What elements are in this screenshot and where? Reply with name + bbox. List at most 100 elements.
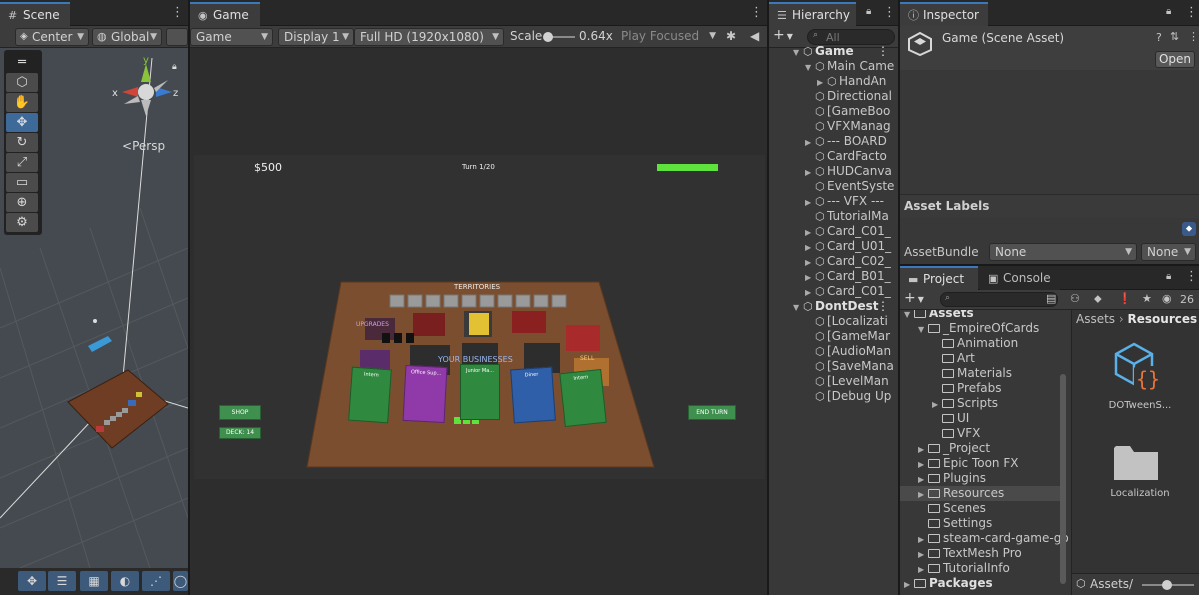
preset-icon[interactable]: ⇅: [1170, 30, 1179, 43]
project-folder-item[interactable]: ▶ Plugins: [900, 471, 1060, 486]
hierarchy-item[interactable]: ⬡ CardFacto: [805, 149, 887, 164]
tab-hierarchy[interactable]: ☰ Hierarchy: [769, 2, 856, 26]
resolution-dropdown[interactable]: Full HD (1920x1080) ▼: [354, 28, 504, 46]
filter-label-icon[interactable]: ⬥: [1094, 292, 1102, 306]
foldout-closed-icon[interactable]: ▶: [805, 135, 815, 150]
hierarchy-item[interactable]: ⬡ [GameBoo: [805, 104, 890, 119]
move-overlay-icon[interactable]: ✥: [18, 571, 46, 591]
project-folder-item[interactable]: ▶ Packages: [900, 576, 1060, 591]
search-by-label-icon[interactable]: ⚇: [1070, 292, 1080, 305]
lock-icon[interactable]: 🔒︎: [172, 62, 177, 72]
hierarchy-item[interactable]: ▼ ⬡ Main Came: [805, 59, 894, 74]
audio-icon[interactable]: ◀: [750, 29, 759, 43]
tab-scene[interactable]: # Scene: [0, 2, 70, 26]
foldout-closed-icon[interactable]: ▶: [918, 442, 928, 457]
asset-bundle-dropdown[interactable]: None ▼: [989, 243, 1137, 261]
foldout-open-icon[interactable]: ▼: [793, 300, 803, 315]
project-search-field[interactable]: ⌕: [940, 292, 1058, 307]
hierarchy-item[interactable]: ⬡ VFXManag: [805, 119, 891, 134]
hierarchy-item[interactable]: ▶ ⬡ Card_U01_: [805, 239, 891, 254]
hierarchy-item[interactable]: ▶ ⬡ Card_B01_: [805, 269, 891, 284]
project-folder-item[interactable]: ▶ Epic Toon FX: [900, 456, 1060, 471]
tab-project[interactable]: ▬ Project: [900, 266, 978, 290]
foldout-open-icon[interactable]: ▼: [918, 322, 928, 337]
project-folder-item[interactable]: ▶ TextMesh Pro: [900, 546, 1060, 561]
foldout-closed-icon[interactable]: ▶: [805, 270, 815, 285]
view-mode-dropdown[interactable]: Game ▼: [190, 28, 273, 46]
hand-card[interactable]: Intern: [348, 366, 392, 424]
hierarchy-item[interactable]: ▶ ⬡ --- VFX ---: [805, 194, 884, 209]
hierarchy-item[interactable]: ▶ ⬡ Card_C01_: [805, 284, 891, 299]
foldout-closed-icon[interactable]: ▶: [918, 532, 928, 547]
display-dropdown[interactable]: Display 1 ▼: [278, 28, 354, 46]
project-folder-item[interactable]: Animation: [900, 336, 1060, 351]
foldout-closed-icon[interactable]: ▶: [805, 225, 815, 240]
lock-icon[interactable]: 🔒︎: [866, 6, 871, 17]
foldout-closed-icon[interactable]: ▶: [805, 240, 815, 255]
create-button[interactable]: + ▼: [773, 27, 793, 43]
project-folder-item[interactable]: ▶ TutorialInfo: [900, 561, 1060, 576]
custom-tool-icon[interactable]: ⚙: [6, 213, 38, 232]
foldout-closed-icon[interactable]: ▶: [918, 472, 928, 487]
create-asset-button[interactable]: + ▼: [904, 290, 924, 306]
play-focus-dropdown[interactable]: Play Focused ▼: [616, 28, 720, 46]
game-menu-icon[interactable]: ⋮: [750, 5, 763, 20]
foldout-closed-icon[interactable]: ▶: [932, 397, 942, 412]
hand-card[interactable]: Office Sup...: [402, 364, 448, 424]
align-overlay-icon[interactable]: ☰: [48, 571, 76, 591]
tab-console[interactable]: ▣ Console: [980, 266, 1060, 290]
search-field[interactable]: ⌕ All: [807, 29, 895, 45]
project-folder-item[interactable]: ▶ steam-card-game-go: [900, 531, 1068, 547]
project-folder-item[interactable]: VFX: [900, 426, 1060, 441]
asset-variant-dropdown[interactable]: None ▼: [1141, 243, 1196, 261]
project-folder-item[interactable]: Art: [900, 351, 1060, 366]
lock-icon[interactable]: 🔒︎: [1166, 271, 1171, 282]
foldout-open-icon[interactable]: ▼: [805, 60, 815, 75]
hand-card[interactable]: Intern: [559, 368, 607, 428]
tab-inspector[interactable]: ⓘ Inspector: [900, 2, 988, 26]
project-folder-item[interactable]: Prefabs: [900, 381, 1060, 396]
foldout-closed-icon[interactable]: ▶: [805, 195, 815, 210]
game-viewport[interactable]: $500 Turn 1/20 TERRITORIES UPGRADES SELL…: [194, 155, 765, 479]
scene-menu-icon[interactable]: ⋮: [877, 299, 889, 314]
foldout-closed-icon[interactable]: ▶: [805, 285, 815, 300]
help-icon[interactable]: ?: [1156, 31, 1162, 44]
foldout-closed-icon[interactable]: ▶: [805, 165, 815, 180]
project-folder-item[interactable]: ▼ _EmpireOfCards: [900, 321, 1060, 336]
open-button[interactable]: Open: [1155, 51, 1195, 68]
foldout-closed-icon[interactable]: ▶: [817, 75, 827, 90]
foldout-closed-icon[interactable]: ▶: [918, 547, 928, 562]
icon-size-slider[interactable]: [1142, 580, 1194, 590]
scale-slider-handle[interactable]: [543, 32, 553, 42]
tools-menu-icon[interactable]: ═: [6, 53, 38, 72]
label-tag-icon[interactable]: ⬥: [1182, 222, 1196, 236]
foldout-closed-icon[interactable]: ▶: [918, 487, 928, 502]
view-cube-icon[interactable]: ⬡: [6, 73, 38, 92]
hierarchy-item[interactable]: ▶ ⬡ Card_C02_: [805, 254, 891, 269]
project-folder-item[interactable]: UI: [900, 411, 1060, 426]
hierarchy-menu-icon[interactable]: ⋮: [883, 5, 896, 20]
hierarchy-item[interactable]: ▼ ⬡ Game ⋮: [793, 44, 889, 59]
rect-tool-icon[interactable]: ▭: [6, 173, 38, 192]
asset-item-dotween[interactable]: {} DOTweenS...: [1104, 340, 1184, 430]
filter-log-icon[interactable]: ❗: [1118, 292, 1132, 305]
project-folder-item[interactable]: ▼ Assets: [900, 310, 1060, 321]
folder-tree-scrollbar[interactable]: [1060, 374, 1066, 584]
inspector-more-icon[interactable]: ⋮: [1188, 30, 1199, 43]
scene-more-dropdown[interactable]: [166, 28, 188, 46]
grid-snap-icon[interactable]: ▦: [80, 571, 108, 591]
hierarchy-item[interactable]: ⬡ [LevelMan: [805, 374, 889, 389]
hierarchy-item[interactable]: ⬡ [AudioMan: [805, 344, 891, 359]
hand-tool-icon[interactable]: ✋: [6, 93, 38, 112]
increment-snap-icon[interactable]: ⋰: [142, 571, 170, 591]
tab-game[interactable]: ◉ Game: [190, 2, 260, 26]
scene-viewport[interactable]: ═ ⬡ ✋ ✥ ↻ ⤢ ▭ ⊕ ⚙ y x z 🔒︎ <Persp: [0, 48, 188, 568]
foldout-closed-icon[interactable]: ▶: [918, 562, 928, 577]
hierarchy-item[interactable]: ▶ ⬡ Card_C01_: [805, 224, 891, 239]
hierarchy-item[interactable]: ▶ ⬡ --- BOARD: [805, 134, 887, 149]
foldout-closed-icon[interactable]: ▶: [805, 255, 815, 270]
hierarchy-item[interactable]: ⬡ EventSyste: [805, 179, 894, 194]
hierarchy-item[interactable]: ⬡ [GameMar: [805, 329, 890, 344]
transform-tool-icon[interactable]: ⊕: [6, 193, 38, 212]
project-folder-item[interactable]: Materials: [900, 366, 1060, 381]
